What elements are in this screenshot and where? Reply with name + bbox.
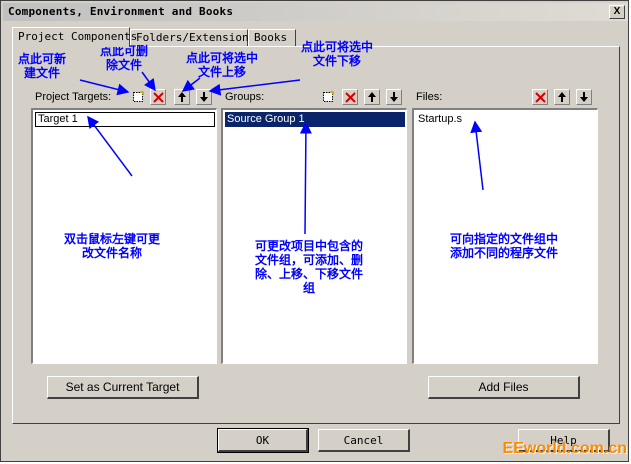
new-target-button[interactable]	[130, 89, 146, 105]
delete-target-button[interactable]	[150, 89, 166, 105]
arrow-down-icon	[200, 92, 208, 102]
move-down-target-button[interactable]	[196, 89, 212, 105]
tab-project-components[interactable]: Project Components	[12, 27, 137, 47]
move-up-file-button[interactable]	[554, 89, 570, 105]
ok-button[interactable]: OK	[217, 428, 309, 453]
move-down-file-button[interactable]	[576, 89, 592, 105]
arrow-up-icon	[368, 92, 376, 102]
list-item[interactable]: Source Group 1	[225, 112, 405, 127]
window-title: Components, Environment and Books	[8, 5, 234, 18]
delete-x-icon	[152, 91, 164, 103]
cancel-button[interactable]: Cancel	[318, 429, 410, 452]
delete-file-button[interactable]	[532, 89, 548, 105]
annotation-move-up: 点此可将选中 文件上移	[186, 51, 259, 79]
list-item[interactable]: Target 1	[35, 112, 215, 127]
arrow-up-icon	[558, 92, 566, 102]
delete-x-icon	[534, 91, 546, 103]
annotation-delete-file: 点此可删 除文件	[100, 44, 149, 72]
move-up-group-button[interactable]	[364, 89, 380, 105]
set-current-target-button[interactable]: Set as Current Target	[47, 376, 199, 399]
annotation-files: 可向指定的文件组中 添加不同的程序文件	[450, 232, 559, 260]
close-button[interactable]: X	[609, 5, 625, 19]
watermark: EEworld.com.cn	[502, 440, 627, 457]
arrow-down-icon	[390, 92, 398, 102]
groups-list[interactable]: Source Group 1	[221, 108, 407, 364]
arrow-down-icon	[580, 92, 588, 102]
move-up-target-button[interactable]	[174, 89, 190, 105]
annotation-rename: 双击鼠标左键可更 改文件名称	[64, 232, 161, 260]
delete-x-icon	[344, 91, 356, 103]
annotation-new-file: 点此可新 建文件	[18, 52, 67, 80]
delete-group-button[interactable]	[342, 89, 358, 105]
annotation-groups: 可更改项目中包含的 文件组，可添加、删 除、上移、下移文件 组	[255, 239, 364, 295]
new-file-icon	[323, 91, 334, 102]
list-item[interactable]: Startup.s	[416, 112, 464, 127]
annotation-move-down: 点此可将选中 文件下移	[301, 40, 374, 68]
add-files-button[interactable]: Add Files	[428, 376, 580, 399]
new-file-icon	[133, 91, 144, 102]
new-group-button[interactable]	[320, 89, 336, 105]
files-label: Files:	[416, 91, 443, 103]
move-down-group-button[interactable]	[386, 89, 402, 105]
groups-label: Groups:	[225, 91, 265, 103]
arrow-up-icon	[178, 92, 186, 102]
title-bar[interactable]: Components, Environment and Books X	[3, 3, 628, 21]
targets-label: Project Targets:	[35, 91, 112, 103]
tab-books[interactable]: Books	[248, 29, 296, 46]
